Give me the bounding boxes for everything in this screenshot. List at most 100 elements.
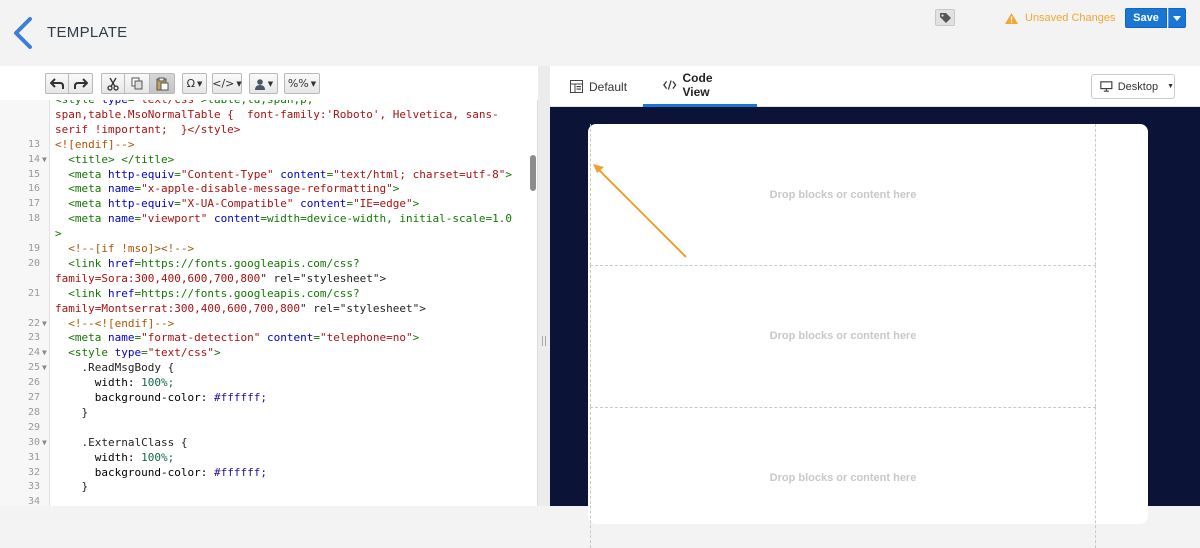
scissors-icon xyxy=(107,77,119,91)
line-number: 16 xyxy=(27,183,40,195)
code-text: width: 100%; xyxy=(94,450,175,464)
pointer-arrow-annotation xyxy=(593,164,687,258)
paste-button[interactable] xyxy=(150,73,175,94)
line-number: 22 xyxy=(27,317,40,329)
undo-button[interactable] xyxy=(45,73,69,94)
tag-icon xyxy=(940,13,951,23)
monitor-icon xyxy=(1100,81,1113,92)
editor-scrollbar[interactable] xyxy=(530,155,536,191)
code-text: <meta http-equiv="Content-Type" content=… xyxy=(68,167,512,181)
panel-splitter[interactable] xyxy=(538,66,550,506)
undo-icon xyxy=(50,77,64,89)
line-number: 30 xyxy=(27,436,40,448)
drop-zone-label: Drop blocks or content here xyxy=(769,471,917,484)
code-text: } xyxy=(55,480,89,494)
back-button[interactable] xyxy=(8,16,38,50)
code-editor-panel: Ω▼ </>▼ ▼ %%▼ <style type="text/css">tab… xyxy=(0,66,538,506)
percent-label: %% xyxy=(287,77,309,90)
line-number: 15 xyxy=(27,168,40,180)
line-number: 20 xyxy=(27,257,40,269)
caret-down-icon: ▼ xyxy=(310,79,317,88)
omega-label: Ω xyxy=(186,77,195,90)
code-text: <link href=https://fonts.googleapis.com/… xyxy=(68,256,360,270)
code-text: <style type="text/css"> xyxy=(68,346,221,360)
fold-toggle-icon[interactable]: ▼ xyxy=(42,361,47,376)
line-number: 24 xyxy=(27,347,40,359)
drop-zone-2[interactable]: Drop blocks or content here xyxy=(590,265,1096,407)
code-text: <title> </title> xyxy=(68,152,175,166)
code-text: } xyxy=(55,405,89,419)
line-number: 33 xyxy=(27,481,40,493)
code-text: .ExternalClass { xyxy=(55,435,188,449)
save-button[interactable]: Save xyxy=(1125,8,1167,28)
line-number: 28 xyxy=(27,406,40,418)
tab-code-view[interactable]: Code View xyxy=(643,66,757,107)
save-options-dropdown[interactable] xyxy=(1168,8,1186,28)
splitter-grip-icon xyxy=(542,336,546,346)
code-text: .ReadMsgBody { xyxy=(55,361,175,375)
copy-button[interactable] xyxy=(125,73,150,94)
caret-down-icon: ▼ xyxy=(267,79,274,88)
code-text: <link href=https://fonts.googleapis.com/… xyxy=(68,286,360,300)
editor-toolbar: Ω ▼ </> ▼ ▼ %% ▼ xyxy=(0,66,538,100)
code-text: background-color: #ffffff; xyxy=(94,391,267,404)
user-icon xyxy=(254,78,265,90)
code-label: </> xyxy=(212,77,235,90)
email-canvas: Drop blocks or content here Drop blocks … xyxy=(550,107,1200,548)
code-snippet-dropdown[interactable]: </> ▼ xyxy=(212,73,242,94)
code-text: > xyxy=(55,227,62,241)
code-text: width: 100%; xyxy=(94,376,175,390)
copy-icon xyxy=(131,77,142,90)
tab-code-view-label: Code View xyxy=(682,71,713,99)
special-character-dropdown[interactable]: Ω ▼ xyxy=(182,73,207,94)
layout-icon xyxy=(570,80,583,93)
fold-toggle-icon[interactable]: ▼ xyxy=(42,436,47,451)
fold-toggle-icon[interactable]: ▼ xyxy=(42,317,47,332)
fold-toggle-icon[interactable]: ▼ xyxy=(42,153,47,168)
drop-zone-3[interactable]: Drop blocks or content here xyxy=(590,407,1096,548)
tab-default[interactable]: Default xyxy=(570,66,627,107)
line-number: 25 xyxy=(27,362,40,374)
view-tabs: Default Code View Desktop ▼ xyxy=(550,66,1200,107)
line-number: 18 xyxy=(27,213,40,225)
drop-zone-label: Drop blocks or content here xyxy=(769,330,917,342)
redo-button[interactable] xyxy=(69,73,93,94)
line-number: 23 xyxy=(27,332,40,344)
fold-toggle-icon[interactable]: ▼ xyxy=(42,346,47,361)
device-select[interactable]: Desktop ▼ xyxy=(1091,74,1175,99)
code-text: serif !important; }</style> xyxy=(55,122,241,136)
warning-icon xyxy=(1005,12,1018,24)
device-label: Desktop xyxy=(1117,80,1159,93)
line-number: 21 xyxy=(27,287,40,299)
page-title: TEMPLATE xyxy=(47,24,128,41)
code-text: <![endif]--> xyxy=(55,137,135,151)
line-number: 32 xyxy=(27,466,40,478)
code-text: <!--<![endif]--> xyxy=(55,316,175,330)
code-text: <meta name="x-apple-disable-message-refo… xyxy=(68,182,400,196)
line-number: 17 xyxy=(27,198,40,210)
unsaved-indicator: Unsaved Changes xyxy=(1004,10,1116,26)
merge-tag-dropdown[interactable]: %% ▼ xyxy=(284,73,320,94)
caret-down-icon: ▼ xyxy=(197,79,203,88)
code-text: <meta name="viewport" content=width=devi… xyxy=(68,212,513,226)
caret-down-icon xyxy=(1173,15,1181,21)
unsaved-label: Unsaved Changes xyxy=(1025,12,1116,24)
line-number: 31 xyxy=(27,451,40,463)
redo-icon xyxy=(73,77,88,89)
line-number: 19 xyxy=(27,243,40,254)
code-text: family=Sora:300,400,600,700,800" rel="st… xyxy=(55,271,387,285)
line-number: 26 xyxy=(27,377,40,389)
cut-button[interactable] xyxy=(101,73,125,94)
code-text: span,table.MsoNormalTable { font-family:… xyxy=(55,107,499,121)
preview-panel: Default Code View Desktop ▼ Drop blocks … xyxy=(550,66,1200,548)
personalize-dropdown[interactable]: ▼ xyxy=(249,73,278,94)
code-text: family=Montserrat:300,400,600,700,800" r… xyxy=(55,301,426,315)
tag-button[interactable] xyxy=(935,9,955,26)
line-number: 13 xyxy=(27,138,40,150)
chevron-left-icon xyxy=(14,17,32,49)
code-text-area[interactable]: <style type="text/css">table,td,span,p,s… xyxy=(0,100,538,506)
caret-down-icon: ▼ xyxy=(236,79,242,88)
code-text: <meta http-equiv="X-UA-Compatible" conte… xyxy=(68,197,420,211)
tab-default-label: Default xyxy=(589,79,628,94)
line-number: 29 xyxy=(27,421,40,433)
